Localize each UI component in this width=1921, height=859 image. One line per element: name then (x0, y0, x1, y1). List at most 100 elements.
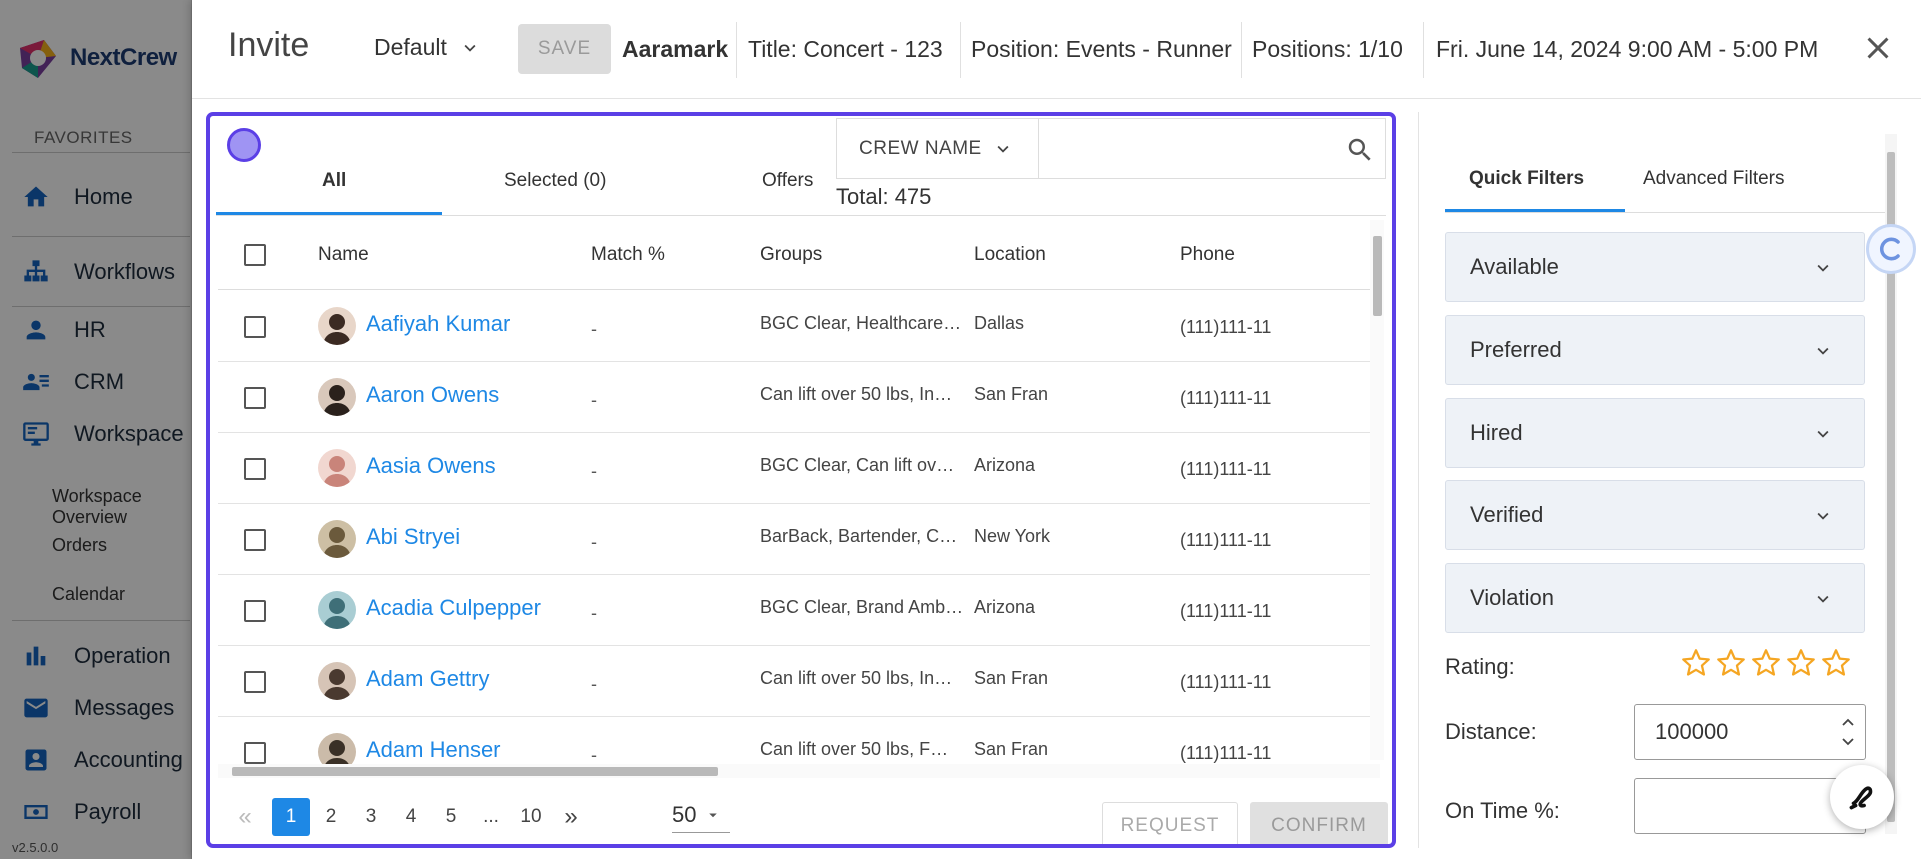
tab-advanced-filters[interactable]: Advanced Filters (1643, 168, 1785, 190)
tab-quick-filters[interactable]: Quick Filters (1469, 168, 1584, 190)
star-icon[interactable] (1749, 646, 1783, 680)
select-all-checkbox[interactable] (244, 244, 266, 266)
table-row[interactable]: Aaron Owens - Can lift over 50 lbs, In… … (218, 362, 1380, 433)
star-icon[interactable] (1679, 646, 1713, 680)
col-phone[interactable]: Phone (1180, 244, 1235, 266)
page-3[interactable]: 3 (352, 798, 390, 836)
filter-hired[interactable]: Hired (1445, 398, 1865, 468)
tab-offers[interactable]: Offers (762, 170, 813, 192)
phone: (111)111-11 (1180, 601, 1272, 621)
job-position: Position: Events - Runner (971, 36, 1232, 62)
location: San Fran (974, 739, 1049, 759)
scroll-thumb[interactable] (1373, 236, 1382, 316)
preset-select[interactable]: Default (374, 34, 481, 61)
location: Arizona (974, 455, 1036, 475)
search-type-value: CREW NAME (859, 137, 982, 159)
tab-selected[interactable]: Selected (0) (504, 170, 606, 192)
avatar (318, 520, 356, 558)
table-row[interactable]: Acadia Culpepper - BGC Clear, Brand Amb…… (218, 575, 1380, 646)
filter-violation[interactable]: Violation (1445, 563, 1865, 633)
row-checkbox[interactable] (244, 742, 266, 764)
table-row[interactable]: Aafiyah Kumar - BGC Clear, Healthcare… D… (218, 291, 1380, 362)
crew-name-link[interactable]: Acadia Culpepper (366, 595, 541, 621)
dialog-header: Invite Default SAVE Aaramark Title: Conc… (192, 0, 1921, 99)
vertical-scrollbar[interactable] (1370, 220, 1384, 760)
ontime-label: On Time %: (1445, 798, 1560, 823)
search-type-select[interactable]: CREW NAME (837, 119, 1039, 178)
location: Arizona (974, 597, 1036, 617)
avatar (318, 662, 356, 700)
client-name: Aaramark (622, 36, 729, 62)
table-row[interactable]: Abi Stryei - BarBack, Bartender, C… New … (218, 504, 1380, 575)
star-icon[interactable] (1714, 646, 1748, 680)
row-checkbox[interactable] (244, 458, 266, 480)
search-input[interactable] (1040, 127, 1330, 169)
request-button[interactable]: REQUEST (1102, 802, 1238, 844)
tab-all[interactable]: All (322, 170, 346, 192)
col-groups[interactable]: Groups (760, 244, 822, 266)
row-checkbox[interactable] (244, 529, 266, 551)
col-match[interactable]: Match % (591, 244, 665, 266)
crew-name-link[interactable]: Aafiyah Kumar (366, 311, 510, 337)
phone: (111)111-11 (1180, 530, 1272, 550)
crew-name-link[interactable]: Adam Henser (366, 737, 501, 763)
avatar (318, 378, 356, 416)
filter-preferred[interactable]: Preferred (1445, 315, 1865, 385)
page-10[interactable]: 10 (512, 798, 550, 836)
save-button[interactable]: SAVE (518, 24, 611, 74)
chevron-down-icon (464, 44, 476, 52)
chat-button[interactable] (1830, 765, 1894, 829)
stepper-icon[interactable] (1839, 709, 1857, 755)
crew-name-link[interactable]: Aaron Owens (366, 382, 499, 408)
avatar (318, 449, 356, 487)
divider (216, 215, 1386, 216)
row-checkbox[interactable] (244, 387, 266, 409)
page-4[interactable]: 4 (392, 798, 430, 836)
modal-backdrop[interactable] (0, 0, 192, 859)
page-size-select[interactable]: 50 (672, 802, 730, 833)
page-2[interactable]: 2 (312, 798, 350, 836)
star-icon[interactable] (1784, 646, 1818, 680)
row-checkbox[interactable] (244, 600, 266, 622)
divider (1423, 22, 1424, 78)
first-page-icon[interactable]: « (226, 798, 264, 836)
horizontal-scrollbar[interactable] (218, 764, 1380, 778)
close-icon[interactable] (1860, 30, 1896, 66)
table-row[interactable]: Adam Gettry - Can lift over 50 lbs, In… … (218, 646, 1380, 717)
search-icon[interactable] (1345, 135, 1375, 165)
filter-verified[interactable]: Verified (1445, 480, 1865, 550)
crew-search: CREW NAME (836, 118, 1386, 179)
table-row[interactable]: Aasia Owens - BGC Clear, Can lift ov… Ar… (218, 433, 1380, 504)
last-page-icon[interactable]: » (552, 798, 590, 836)
row-checkbox[interactable] (244, 316, 266, 338)
confirm-button[interactable]: CONFIRM (1250, 802, 1388, 844)
page-5[interactable]: 5 (432, 798, 470, 836)
filter-available[interactable]: Available (1445, 232, 1865, 302)
phone: (111)111-11 (1180, 317, 1272, 337)
filter-label: Hired (1470, 420, 1523, 445)
table-row[interactable]: Adam Henser - Can lift over 50 lbs, F… S… (218, 717, 1380, 771)
page-1[interactable]: 1 (272, 798, 310, 836)
job-title: Title: Concert - 123 (748, 36, 943, 62)
distance-input[interactable]: 100000 (1634, 704, 1866, 760)
col-name[interactable]: Name (318, 244, 369, 266)
star-icon[interactable] (1819, 646, 1853, 680)
table-header: Name Match % Groups Location Phone (218, 220, 1380, 290)
col-location[interactable]: Location (974, 244, 1046, 266)
avatar (318, 307, 356, 345)
chevron-down-icon (1817, 512, 1829, 520)
scroll-thumb[interactable] (232, 767, 718, 776)
row-checkbox[interactable] (244, 671, 266, 693)
sync-icon[interactable] (1866, 224, 1916, 274)
match-percent: - (591, 532, 597, 552)
divider (1445, 212, 1885, 213)
chat-logo-icon (1849, 786, 1873, 810)
phone: (111)111-11 (1180, 388, 1272, 408)
crew-name-link[interactable]: Aasia Owens (366, 453, 496, 479)
chevron-down-icon (997, 145, 1009, 153)
groups: BGC Clear, Can lift ov… (760, 455, 955, 475)
avatar (318, 591, 356, 629)
crew-name-link[interactable]: Adam Gettry (366, 666, 489, 692)
crew-name-link[interactable]: Abi Stryei (366, 524, 460, 550)
crew-panel: All Selected (0) Offers CREW NAME Total:… (206, 112, 1396, 848)
